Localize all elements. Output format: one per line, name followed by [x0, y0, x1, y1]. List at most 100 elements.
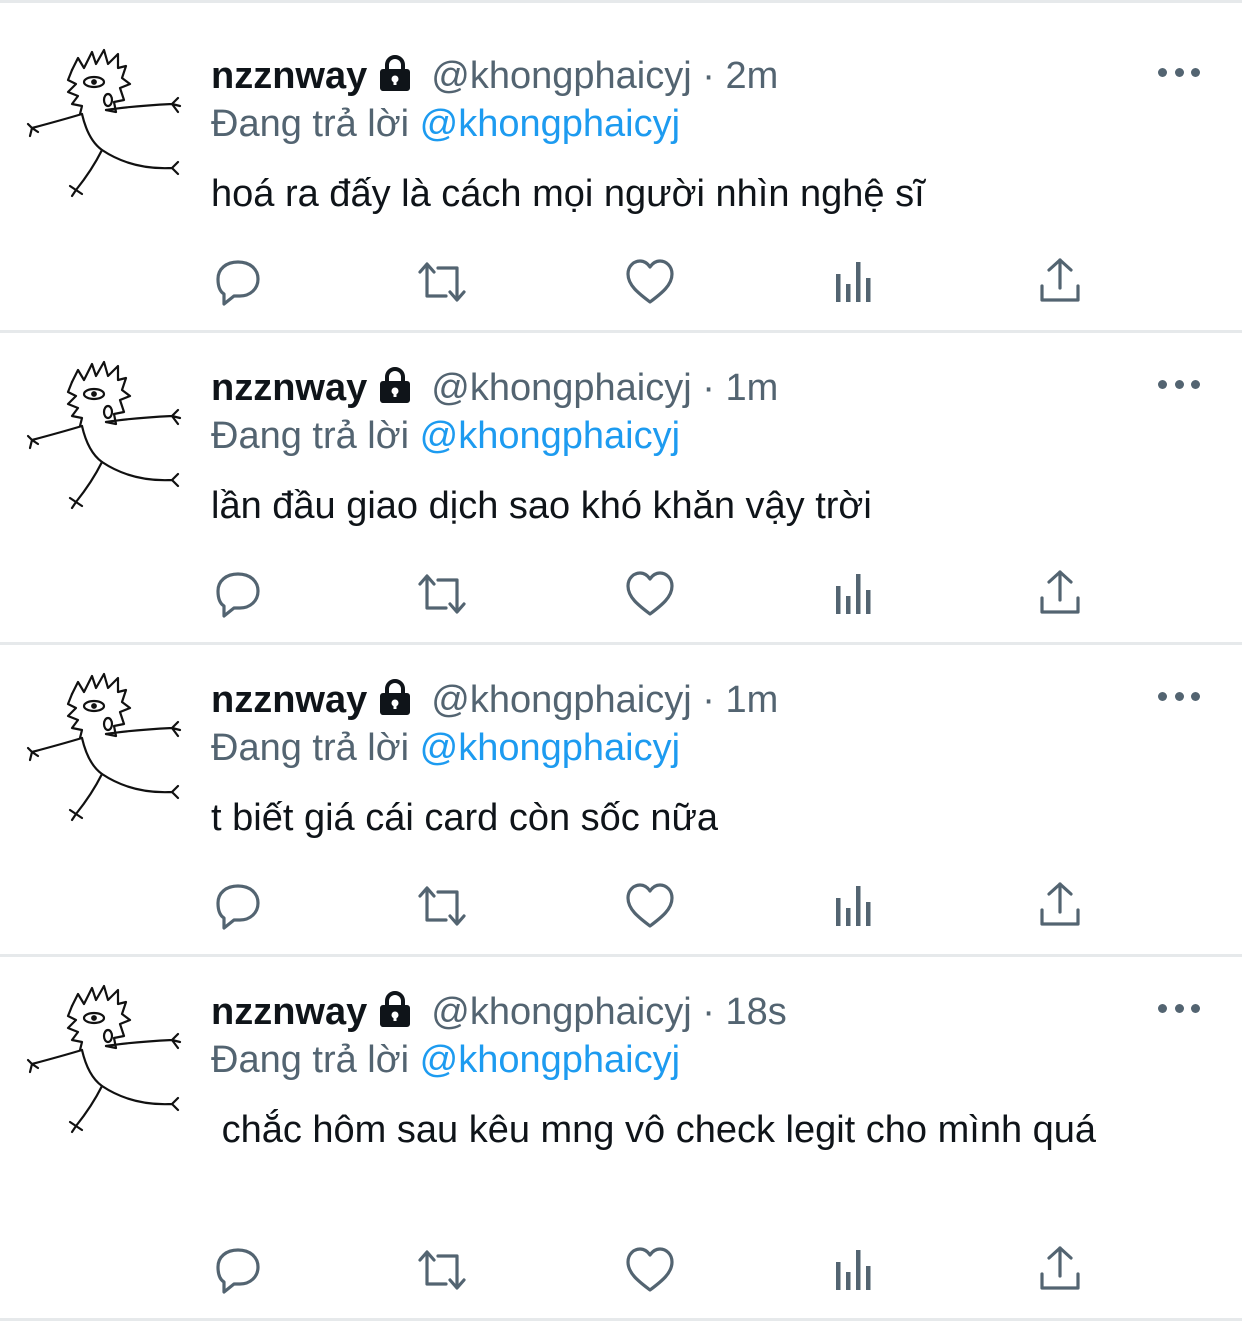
divider	[0, 1318, 1242, 1321]
heart-icon	[626, 259, 674, 304]
retweet-icon	[418, 262, 466, 302]
timestamp[interactable]: 1m	[725, 679, 778, 721]
tweet-header: nzznway @khongphaicyj · 2m	[211, 52, 778, 104]
separator-dot: ·	[702, 679, 715, 721]
retweet-button[interactable]	[416, 1244, 468, 1296]
like-button[interactable]	[624, 568, 676, 620]
user-handle[interactable]: @khongphaicyj	[431, 991, 691, 1033]
more-icon	[1158, 379, 1167, 389]
lock-icon	[375, 988, 415, 1040]
share-button[interactable]	[1034, 880, 1086, 932]
reply-prefix: Đang trả lời	[211, 103, 410, 145]
tweet[interactable]: nzznway @khongphaicyj · 1m Đang trả lời @…	[0, 312, 1242, 642]
views-button[interactable]	[830, 256, 882, 308]
more-icon	[1158, 1003, 1167, 1013]
analytics-icon	[836, 1250, 871, 1290]
retweet-icon	[418, 1250, 466, 1290]
share-icon	[1040, 570, 1080, 614]
share-button[interactable]	[1034, 256, 1086, 308]
like-button[interactable]	[624, 880, 676, 932]
tweet-header: nzznway @khongphaicyj · 1m	[211, 676, 778, 728]
share-button[interactable]	[1034, 568, 1086, 620]
tweet-actions	[0, 256, 1242, 316]
separator-dot: ·	[702, 55, 715, 97]
mention-link[interactable]: @khongphaicyj	[420, 727, 680, 769]
tweet[interactable]: nzznway @khongphaicyj · 18s Đang trả lời …	[0, 936, 1242, 1318]
heart-icon	[626, 883, 674, 928]
mention-link[interactable]: @khongphaicyj	[420, 103, 680, 145]
display-name[interactable]: nzznway	[211, 367, 367, 409]
timestamp[interactable]: 2m	[725, 55, 778, 97]
more-icon-dot	[1191, 691, 1200, 701]
tweet-header: nzznway @khongphaicyj · 1m	[211, 364, 778, 416]
user-handle[interactable]: @khongphaicyj	[431, 367, 691, 409]
user-handle[interactable]: @khongphaicyj	[431, 55, 691, 97]
separator-dot: ·	[702, 367, 715, 409]
avatar[interactable]	[22, 664, 187, 824]
share-icon	[1040, 258, 1080, 302]
tweet[interactable]: nzznway @khongphaicyj · 2m Đang trả lời @…	[0, 0, 1242, 330]
more-icon-dot	[1191, 67, 1200, 77]
more-icon-dot	[1191, 379, 1200, 389]
retweet-icon	[418, 886, 466, 926]
timestamp[interactable]: 18s	[725, 991, 786, 1033]
views-button[interactable]	[830, 880, 882, 932]
more-icon-dot	[1174, 691, 1184, 701]
tweet-actions	[0, 568, 1242, 628]
more-icon-dot	[1174, 379, 1184, 389]
retweet-button[interactable]	[416, 880, 468, 932]
avatar[interactable]	[22, 352, 187, 512]
reply-button[interactable]	[212, 880, 264, 932]
retweet-icon	[418, 574, 466, 614]
avatar[interactable]	[22, 976, 187, 1136]
retweet-button[interactable]	[416, 568, 468, 620]
views-button[interactable]	[830, 568, 882, 620]
tweet-text: t biết giá cái card còn sốc nữa	[211, 797, 719, 839]
avatar[interactable]	[22, 40, 187, 200]
more-options-button[interactable]	[1158, 60, 1200, 84]
reply-context: Đang trả lời @khongphaicyj	[211, 724, 680, 772]
share-icon	[1040, 882, 1080, 926]
reply-context: Đang trả lời @khongphaicyj	[211, 100, 680, 148]
lock-icon	[375, 52, 415, 104]
display-name[interactable]: nzznway	[211, 991, 367, 1033]
like-button[interactable]	[624, 256, 676, 308]
share-button[interactable]	[1034, 1244, 1086, 1296]
display-name[interactable]: nzznway	[211, 55, 367, 97]
timestamp[interactable]: 1m	[725, 367, 778, 409]
user-handle[interactable]: @khongphaicyj	[431, 679, 691, 721]
retweet-button[interactable]	[416, 256, 468, 308]
display-name[interactable]: nzznway	[211, 679, 367, 721]
heart-icon	[626, 571, 674, 616]
more-icon-dot	[1174, 67, 1184, 77]
more-options-button[interactable]	[1158, 684, 1200, 708]
more-icon-dot	[1191, 1003, 1200, 1013]
reply-icon	[216, 260, 260, 306]
reply-prefix: Đang trả lời	[211, 1039, 410, 1081]
views-button[interactable]	[830, 1244, 882, 1296]
lock-icon	[375, 676, 415, 728]
reply-icon	[216, 1248, 260, 1294]
tweet-header: nzznway @khongphaicyj · 18s	[211, 988, 787, 1040]
more-options-button[interactable]	[1158, 996, 1200, 1020]
mention-link[interactable]: @khongphaicyj	[420, 415, 680, 457]
reply-button[interactable]	[212, 256, 264, 308]
mention-link[interactable]: @khongphaicyj	[420, 1039, 680, 1081]
share-icon	[1040, 1246, 1080, 1290]
heart-icon	[626, 1247, 674, 1292]
separator-dot: ·	[702, 991, 715, 1033]
reply-button[interactable]	[212, 568, 264, 620]
tweet[interactable]: nzznway @khongphaicyj · 1m Đang trả lời @…	[0, 624, 1242, 954]
tweet-actions	[0, 880, 1242, 940]
tweet-text: lần đầu giao dịch sao khó khăn vậy trời	[211, 485, 872, 527]
reply-icon	[216, 572, 260, 618]
reply-context: Đang trả lời @khongphaicyj	[211, 412, 680, 460]
reply-context: Đang trả lời @khongphaicyj	[211, 1036, 680, 1084]
reply-icon	[216, 884, 260, 930]
more-icon	[1158, 691, 1167, 701]
more-icon-dot	[1174, 1003, 1184, 1013]
reply-button[interactable]	[212, 1244, 264, 1296]
like-button[interactable]	[624, 1244, 676, 1296]
more-options-button[interactable]	[1158, 372, 1200, 396]
tweet-text: chắc hôm sau kêu mng vô check legit cho …	[211, 1109, 1097, 1151]
